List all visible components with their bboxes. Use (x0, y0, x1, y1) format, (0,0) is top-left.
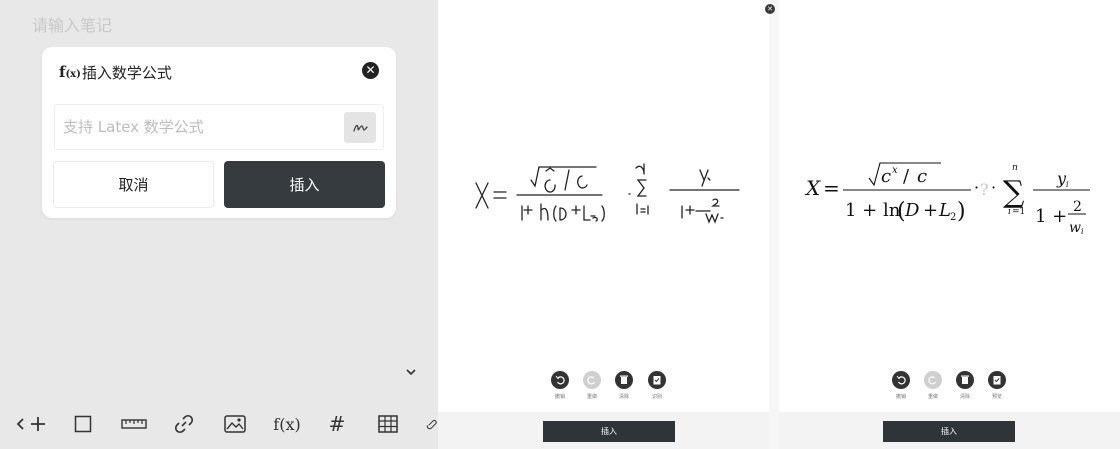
undo-button[interactable] (892, 371, 910, 389)
svg-text:i: i (1066, 180, 1069, 189)
latex-input-container (54, 104, 384, 150)
note-editor: 请输入笔记 f(x) 插入数学公式 ✕ 取消 插入 (0, 0, 438, 449)
preview-button[interactable] (988, 371, 1006, 389)
cancel-button[interactable]: 取消 (53, 161, 214, 208)
handwriting-icon (353, 124, 368, 132)
image-icon[interactable] (224, 411, 246, 437)
svg-text:=1: =1 (1012, 207, 1025, 217)
svg-text:∑: ∑ (1003, 175, 1025, 210)
handwritten-formula (475, 163, 740, 224)
svg-text:w: w (1069, 220, 1081, 236)
svg-text:x: x (892, 165, 898, 176)
redo-label: 重做 (927, 394, 938, 400)
note-placeholder[interactable]: 请输入笔记 (32, 12, 112, 36)
svg-text:X: X (804, 176, 821, 200)
handwriting-button[interactable] (344, 112, 376, 143)
clear-button[interactable] (956, 371, 974, 389)
svg-text:1 +: 1 + (1035, 206, 1067, 227)
svg-text:i: i (1081, 227, 1084, 236)
svg-text:·: · (974, 178, 979, 197)
svg-text:=: = (823, 176, 840, 200)
insert-button[interactable]: 插入 (543, 421, 675, 442)
redo-button[interactable] (924, 371, 942, 389)
svg-text:D: D (904, 200, 920, 221)
svg-text:+: + (923, 200, 938, 221)
close-icon[interactable]: ✕ (362, 62, 379, 79)
svg-text:i: i (1008, 207, 1011, 217)
square-icon[interactable] (73, 411, 93, 437)
formula-preview-panel: X = c x / c 1 + ln ( D + L 2 ) · ? · n ∑… (779, 0, 1120, 449)
svg-text:2: 2 (1073, 199, 1082, 215)
dialog-title-text: 插入数学公式 (81, 63, 172, 82)
app-screen: 请输入笔记 f(x) 插入数学公式 ✕ 取消 插入 (0, 0, 1120, 449)
insert-button[interactable]: 插入 (883, 421, 1015, 442)
svg-text:·: · (991, 178, 996, 197)
insert-formula-dialog: f(x) 插入数学公式 ✕ 取消 插入 (42, 47, 396, 218)
dialog-title: f(x) 插入数学公式 (59, 61, 172, 83)
handwriting-canvas-panel[interactable]: 撤销 重做 清除 识别 插入 (438, 0, 769, 449)
redo-button[interactable] (583, 371, 601, 389)
function-icon: f(x) (59, 63, 81, 81)
panel-divider (769, 0, 779, 449)
close-icon[interactable]: ✕ (765, 4, 775, 14)
preview-label: 预览 (991, 394, 1002, 400)
svg-text:n: n (1012, 163, 1018, 173)
rendered-formula: X = c x / c 1 + ln ( D + L 2 ) · ? · n ∑… (804, 162, 1090, 236)
undo-label: 撤销 (895, 394, 906, 400)
undo-button[interactable] (551, 371, 569, 389)
function-icon[interactable]: f(x) (272, 411, 302, 437)
svg-text:?: ? (980, 180, 989, 199)
insert-button[interactable]: 插入 (224, 161, 385, 208)
clear-label: 清除 (959, 394, 970, 400)
svg-text:2: 2 (950, 212, 956, 223)
latex-input[interactable] (63, 105, 333, 149)
ruler-icon[interactable] (121, 411, 147, 437)
clear-label: 清除 (618, 394, 629, 400)
chevron-down-icon[interactable] (402, 363, 420, 381)
svg-text:1 + ln: 1 + ln (845, 200, 901, 221)
svg-text:L: L (938, 200, 951, 221)
redo-label: 重做 (586, 394, 597, 400)
editor-toolbar: f(x) # (0, 399, 438, 449)
undo-label: 撤销 (554, 394, 565, 400)
table-icon[interactable] (377, 411, 399, 437)
svg-text:/: / (903, 166, 910, 187)
svg-text:c: c (917, 166, 927, 187)
recognize-label: 识别 (651, 394, 662, 400)
clear-button[interactable] (615, 371, 633, 389)
svg-text:): ) (957, 199, 966, 224)
link-icon[interactable] (173, 411, 195, 437)
recognize-button[interactable] (648, 371, 666, 389)
attachment-icon[interactable] (426, 411, 438, 437)
back-icon[interactable] (13, 411, 27, 437)
hash-icon[interactable]: # (327, 411, 347, 437)
svg-text:c: c (881, 166, 891, 187)
add-icon[interactable] (29, 411, 47, 437)
